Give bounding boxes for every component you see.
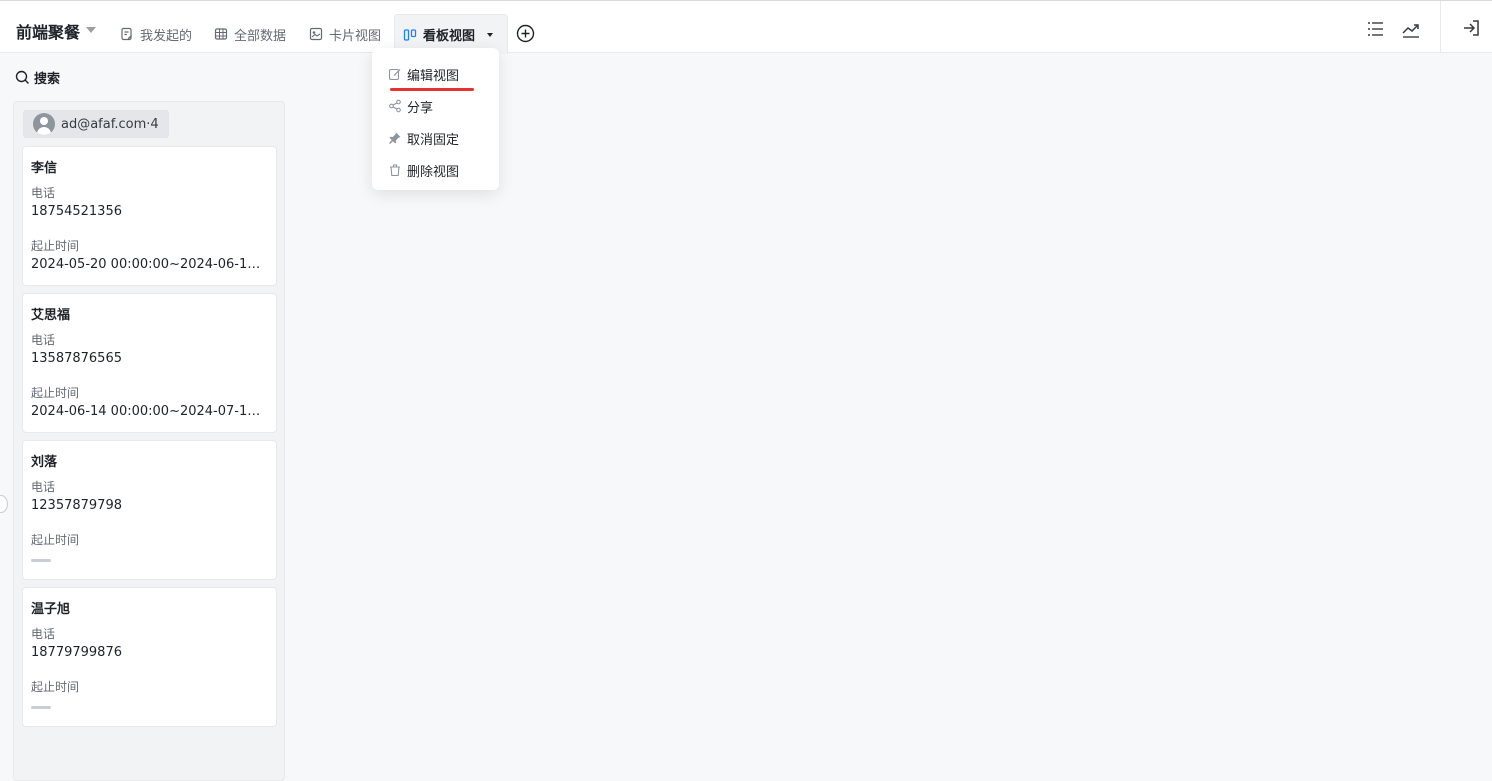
top-bar: 前端聚餐 我发起的 全部数据 卡片视图 看板视图 <box>0 0 1492 54</box>
card-title: 温子旭 <box>31 602 71 617</box>
empty-value <box>31 706 51 709</box>
field-label: 电话 <box>31 627 56 641</box>
kanban-card[interactable]: 艾思福 电话 13587876565 起止时间 2024-06-14 00:00… <box>22 293 277 433</box>
field-value: 2024-06-14 00:00:00~2024-07-12 00:00:00 <box>31 404 268 419</box>
field-label: 起止时间 <box>31 680 80 694</box>
field-label: 电话 <box>31 186 56 200</box>
collapse-handle[interactable] <box>0 495 8 513</box>
share-icon <box>389 99 401 113</box>
view-options-menu: 编辑视图 分享 取消固定 删除视图 <box>372 48 499 190</box>
field-label: 电话 <box>31 333 56 347</box>
menu-item-share[interactable]: 分享 <box>372 90 499 122</box>
caret-down-icon[interactable] <box>487 32 494 37</box>
logout-icon[interactable] <box>1461 18 1481 38</box>
pin-icon <box>389 132 401 144</box>
kanban-icon <box>403 28 417 41</box>
search-label: 搜索 <box>34 72 61 87</box>
edit-doc-icon <box>121 27 132 41</box>
kanban-column: ad@afaf.com·4 李信 电话 18754521356 起止时间 202… <box>13 101 285 781</box>
search-button[interactable]: 搜索 <box>15 68 60 87</box>
group-label: ad@afaf.com·4 <box>61 116 159 132</box>
kanban-card[interactable]: 李信 电话 18754521356 起止时间 2024-05-20 00:00:… <box>22 146 277 286</box>
field-value: 18754521356 <box>31 204 122 219</box>
menu-item-label: 取消固定 <box>407 132 460 148</box>
card-title: 刘落 <box>31 455 58 470</box>
field-value: 12357879798 <box>31 498 122 513</box>
empty-value <box>31 559 51 562</box>
kanban-card[interactable]: 刘落 电话 12357879798 起止时间 <box>22 440 277 580</box>
group-header: ad@afaf.com·4 <box>23 110 169 138</box>
tab-my-initiated[interactable]: 我发起的 <box>112 14 200 54</box>
menu-item-label: 分享 <box>407 100 434 116</box>
edit-icon <box>388 68 401 81</box>
tab-label: 我发起的 <box>140 28 193 44</box>
toolbar-divider <box>1440 1 1441 53</box>
field-value: 18779799876 <box>31 645 122 660</box>
avatar <box>33 113 55 135</box>
card-title: 艾思福 <box>31 308 71 323</box>
field-value: 2024-05-20 00:00:00~2024-06-14 00:00:00 <box>31 257 268 272</box>
card-title: 李信 <box>31 161 58 176</box>
app-title[interactable]: 前端聚餐 <box>16 19 97 43</box>
search-icon <box>15 70 29 84</box>
menu-item-label: 编辑视图 <box>407 68 460 84</box>
field-value: 13587876565 <box>31 351 122 366</box>
tab-label: 卡片视图 <box>329 28 382 44</box>
field-label: 起止时间 <box>31 239 80 253</box>
field-label: 电话 <box>31 480 56 494</box>
trash-icon <box>390 164 400 177</box>
menu-item-unpin[interactable]: 取消固定 <box>372 122 499 154</box>
add-view-icon[interactable] <box>516 24 535 43</box>
field-label: 起止时间 <box>31 533 80 547</box>
chevron-down-icon[interactable] <box>86 27 97 33</box>
menu-item-edit-view[interactable]: 编辑视图 <box>372 58 499 90</box>
table-icon <box>214 28 228 40</box>
highlight-underline <box>390 88 474 91</box>
tab-label: 看板视图 <box>423 29 476 44</box>
kanban-card[interactable]: 温子旭 电话 18779799876 起止时间 <box>22 587 277 727</box>
menu-item-delete-view[interactable]: 删除视图 <box>372 154 499 186</box>
tab-label: 全部数据 <box>234 28 287 44</box>
list-icon[interactable] <box>1366 19 1386 39</box>
card-view-icon <box>309 27 323 41</box>
trend-chart-icon[interactable] <box>1401 19 1421 39</box>
app-title-text: 前端聚餐 <box>16 23 81 42</box>
tab-all-data[interactable]: 全部数据 <box>206 14 294 54</box>
menu-item-label: 删除视图 <box>407 164 460 180</box>
field-label: 起止时间 <box>31 386 80 400</box>
